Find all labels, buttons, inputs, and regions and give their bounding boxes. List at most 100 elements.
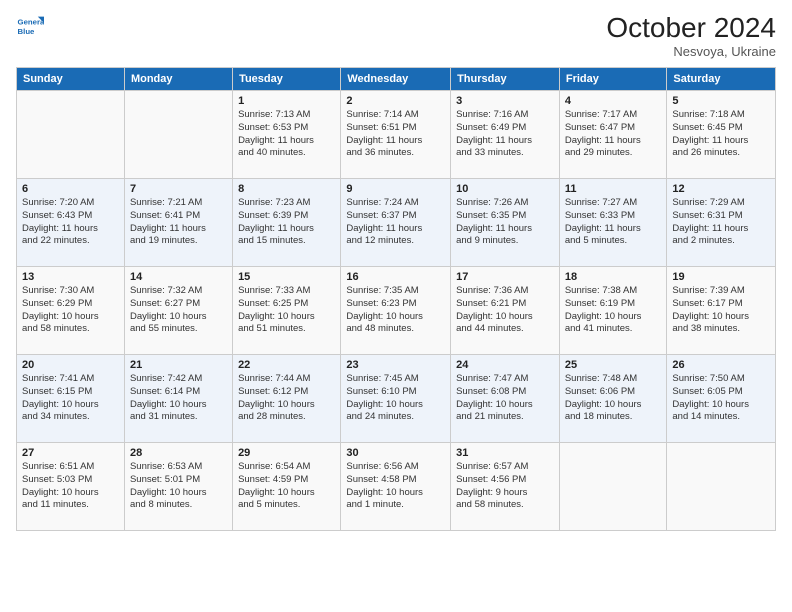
day-info: Sunrise: 7:41 AM Sunset: 6:15 PM Dayligh… <box>22 373 119 424</box>
month-title: October 2024 <box>606 12 776 44</box>
day-cell: 22 Sunrise: 7:44 AM Sunset: 6:12 PM Dayli… <box>233 355 341 443</box>
day-number: 22 <box>238 359 335 371</box>
day-cell: 26Sunrise: 7:50 AM Sunset: 6:05 PM Dayli… <box>667 355 776 443</box>
day-cell: 14Sunrise: 7:32 AM Sunset: 6:27 PM Dayli… <box>124 267 232 355</box>
day-cell: 7Sunrise: 7:21 AM Sunset: 6:41 PM Daylig… <box>124 179 232 267</box>
day-info: Sunrise: 7:20 AM Sunset: 6:43 PM Dayligh… <box>22 197 119 248</box>
day-number: 7 <box>130 183 227 195</box>
day-info: Sunrise: 7:36 AM Sunset: 6:21 PM Dayligh… <box>456 285 554 336</box>
day-cell <box>559 443 667 531</box>
day-cell: 25Sunrise: 7:48 AM Sunset: 6:06 PM Dayli… <box>559 355 667 443</box>
day-info: Sunrise: 7:29 AM Sunset: 6:31 PM Dayligh… <box>672 197 770 248</box>
day-cell: 3 Sunrise: 7:16 AM Sunset: 6:49 PM Daylig… <box>451 91 560 179</box>
col-thursday: Thursday <box>451 68 560 91</box>
day-info: Sunrise: 7:27 AM Sunset: 6:33 PM Dayligh… <box>565 197 662 248</box>
day-cell <box>124 91 232 179</box>
day-info: Sunrise: 7:45 AM Sunset: 6:10 PM Dayligh… <box>346 373 445 424</box>
day-info: Sunrise: 7:44 AM Sunset: 6:12 PM Dayligh… <box>238 373 335 424</box>
day-number: 14 <box>130 271 227 283</box>
week-row-1: 1Sunrise: 7:13 AM Sunset: 6:53 PM Daylig… <box>17 91 776 179</box>
day-number: 6 <box>22 183 119 195</box>
day-info: Sunrise: 7:48 AM Sunset: 6:06 PM Dayligh… <box>565 373 662 424</box>
col-sunday: Sunday <box>17 68 125 91</box>
day-cell: 27 Sunrise: 6:51 AM Sunset: 5:03 PM Dayli… <box>17 443 125 531</box>
day-cell: 29Sunrise: 6:54 AM Sunset: 4:59 PM Dayli… <box>233 443 341 531</box>
day-info: Sunrise: 7:30 AM Sunset: 6:29 PM Dayligh… <box>22 285 119 336</box>
calendar-table: Sunday Monday Tuesday Wednesday Thursday… <box>16 67 776 531</box>
day-info: Sunrise: 7:35 AM Sunset: 6:23 PM Dayligh… <box>346 285 445 336</box>
day-cell: 20 Sunrise: 7:41 AM Sunset: 6:15 PM Dayli… <box>17 355 125 443</box>
day-number: 16 <box>346 271 445 283</box>
day-cell: 11 Sunrise: 7:27 AM Sunset: 6:33 PM Dayli… <box>559 179 667 267</box>
day-info: Sunrise: 7:47 AM Sunset: 6:08 PM Dayligh… <box>456 373 554 424</box>
day-cell: 30 Sunrise: 6:56 AM Sunset: 4:58 PM Dayli… <box>341 443 451 531</box>
title-block: October 2024 Nesvoya, Ukraine <box>606 12 776 59</box>
header: General Blue October 2024 Nesvoya, Ukrai… <box>16 12 776 59</box>
logo-icon: General Blue <box>16 12 44 40</box>
col-wednesday: Wednesday <box>341 68 451 91</box>
svg-text:Blue: Blue <box>18 27 36 36</box>
day-info: Sunrise: 7:18 AM Sunset: 6:45 PM Dayligh… <box>672 109 770 160</box>
day-number: 20 <box>22 359 119 371</box>
day-info: Sunrise: 6:51 AM Sunset: 5:03 PM Dayligh… <box>22 461 119 512</box>
day-number: 19 <box>672 271 770 283</box>
day-cell: 18Sunrise: 7:38 AM Sunset: 6:19 PM Dayli… <box>559 267 667 355</box>
day-info: Sunrise: 7:50 AM Sunset: 6:05 PM Dayligh… <box>672 373 770 424</box>
day-info: Sunrise: 7:24 AM Sunset: 6:37 PM Dayligh… <box>346 197 445 248</box>
day-info: Sunrise: 6:54 AM Sunset: 4:59 PM Dayligh… <box>238 461 335 512</box>
day-cell: 10 Sunrise: 7:26 AM Sunset: 6:35 PM Dayli… <box>451 179 560 267</box>
day-info: Sunrise: 7:39 AM Sunset: 6:17 PM Dayligh… <box>672 285 770 336</box>
day-cell <box>667 443 776 531</box>
day-number: 30 <box>346 447 445 459</box>
day-number: 12 <box>672 183 770 195</box>
day-number: 18 <box>565 271 662 283</box>
day-number: 5 <box>672 95 770 107</box>
day-cell <box>17 91 125 179</box>
day-number: 24 <box>456 359 554 371</box>
day-number: 9 <box>346 183 445 195</box>
week-row-3: 13 Sunrise: 7:30 AM Sunset: 6:29 PM Dayli… <box>17 267 776 355</box>
page: General Blue October 2024 Nesvoya, Ukrai… <box>0 0 792 612</box>
day-cell: 23 Sunrise: 7:45 AM Sunset: 6:10 PM Dayli… <box>341 355 451 443</box>
day-number: 27 <box>22 447 119 459</box>
day-info: Sunrise: 7:33 AM Sunset: 6:25 PM Dayligh… <box>238 285 335 336</box>
day-cell: 19 Sunrise: 7:39 AM Sunset: 6:17 PM Dayli… <box>667 267 776 355</box>
day-number: 4 <box>565 95 662 107</box>
day-info: Sunrise: 7:17 AM Sunset: 6:47 PM Dayligh… <box>565 109 662 160</box>
day-cell: 5 Sunrise: 7:18 AM Sunset: 6:45 PM Daylig… <box>667 91 776 179</box>
day-number: 13 <box>22 271 119 283</box>
logo: General Blue <box>16 12 44 40</box>
day-info: Sunrise: 7:14 AM Sunset: 6:51 PM Dayligh… <box>346 109 445 160</box>
day-info: Sunrise: 7:26 AM Sunset: 6:35 PM Dayligh… <box>456 197 554 248</box>
header-row: Sunday Monday Tuesday Wednesday Thursday… <box>17 68 776 91</box>
day-info: Sunrise: 6:53 AM Sunset: 5:01 PM Dayligh… <box>130 461 227 512</box>
day-info: Sunrise: 7:16 AM Sunset: 6:49 PM Dayligh… <box>456 109 554 160</box>
day-cell: 4 Sunrise: 7:17 AM Sunset: 6:47 PM Daylig… <box>559 91 667 179</box>
day-number: 3 <box>456 95 554 107</box>
col-monday: Monday <box>124 68 232 91</box>
day-cell: 12 Sunrise: 7:29 AM Sunset: 6:31 PM Dayli… <box>667 179 776 267</box>
col-tuesday: Tuesday <box>233 68 341 91</box>
day-info: Sunrise: 7:42 AM Sunset: 6:14 PM Dayligh… <box>130 373 227 424</box>
day-number: 31 <box>456 447 554 459</box>
day-cell: 24 Sunrise: 7:47 AM Sunset: 6:08 PM Dayli… <box>451 355 560 443</box>
day-number: 1 <box>238 95 335 107</box>
location: Nesvoya, Ukraine <box>606 44 776 59</box>
day-cell: 6 Sunrise: 7:20 AM Sunset: 6:43 PM Daylig… <box>17 179 125 267</box>
week-row-4: 20 Sunrise: 7:41 AM Sunset: 6:15 PM Dayli… <box>17 355 776 443</box>
week-row-5: 27 Sunrise: 6:51 AM Sunset: 5:03 PM Dayli… <box>17 443 776 531</box>
day-number: 28 <box>130 447 227 459</box>
day-number: 21 <box>130 359 227 371</box>
day-info: Sunrise: 7:23 AM Sunset: 6:39 PM Dayligh… <box>238 197 335 248</box>
day-info: Sunrise: 6:56 AM Sunset: 4:58 PM Dayligh… <box>346 461 445 512</box>
day-cell: 16 Sunrise: 7:35 AM Sunset: 6:23 PM Dayli… <box>341 267 451 355</box>
day-number: 2 <box>346 95 445 107</box>
day-number: 15 <box>238 271 335 283</box>
day-number: 8 <box>238 183 335 195</box>
col-friday: Friday <box>559 68 667 91</box>
day-number: 11 <box>565 183 662 195</box>
day-cell: 8 Sunrise: 7:23 AM Sunset: 6:39 PM Daylig… <box>233 179 341 267</box>
day-number: 23 <box>346 359 445 371</box>
day-number: 10 <box>456 183 554 195</box>
day-cell: 31Sunrise: 6:57 AM Sunset: 4:56 PM Dayli… <box>451 443 560 531</box>
